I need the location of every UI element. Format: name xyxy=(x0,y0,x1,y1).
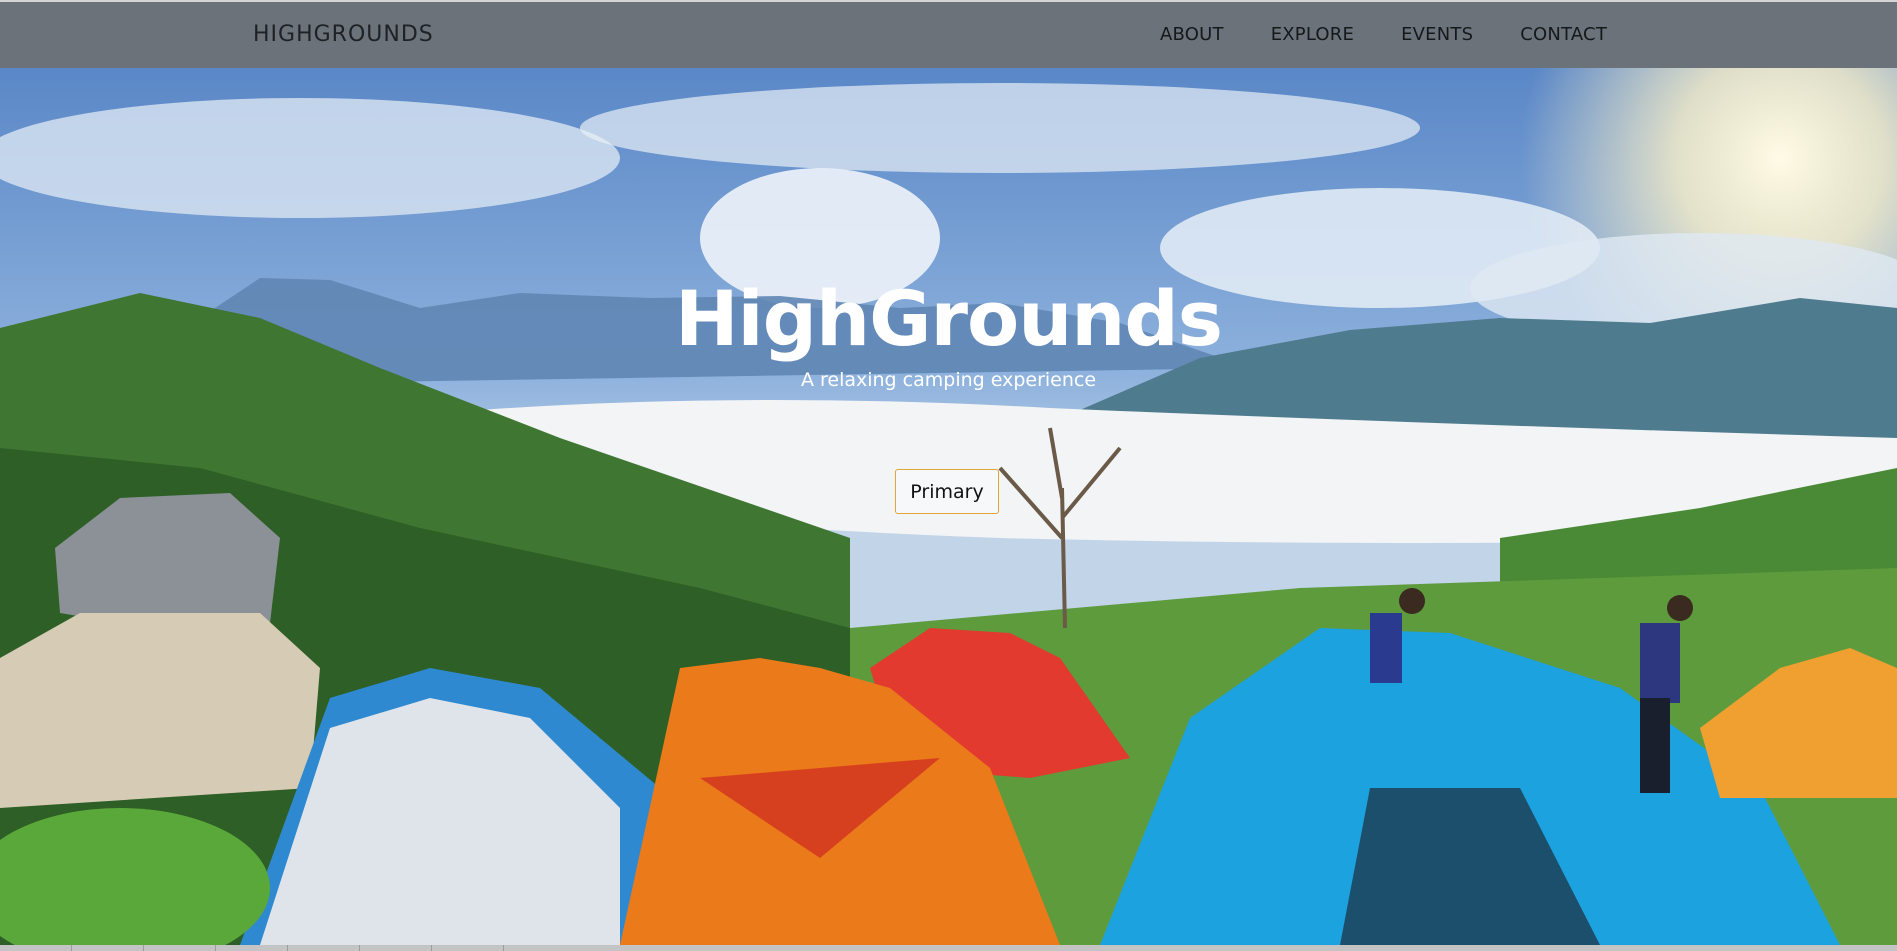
taskbar-tab[interactable] xyxy=(360,945,432,951)
taskbar-tab[interactable] xyxy=(144,945,216,951)
taskbar-tab[interactable] xyxy=(216,945,288,951)
brand-logo-link[interactable]: HIGHGROUNDS xyxy=(253,22,434,47)
top-navbar: HIGHGROUNDS ABOUT EXPLORE EVENTS CONTACT xyxy=(0,0,1897,68)
hero-section: HighGrounds A relaxing camping experienc… xyxy=(0,68,1897,945)
nav-links: ABOUT EXPLORE EVENTS CONTACT xyxy=(1160,24,1654,45)
nav-link-explore[interactable]: EXPLORE xyxy=(1271,24,1354,45)
bottom-taskbar-strip xyxy=(0,945,1897,951)
taskbar-tab[interactable] xyxy=(72,945,144,951)
taskbar-tab[interactable] xyxy=(432,945,504,951)
nav-link-about[interactable]: ABOUT xyxy=(1160,24,1224,45)
primary-button[interactable]: Primary xyxy=(895,469,999,514)
nav-link-contact[interactable]: CONTACT xyxy=(1520,24,1607,45)
hero-title: HighGrounds xyxy=(674,274,1223,363)
nav-link-events[interactable]: EVENTS xyxy=(1401,24,1473,45)
taskbar-tab[interactable] xyxy=(0,945,72,951)
taskbar-tab[interactable] xyxy=(288,945,360,951)
hero-subtitle: A relaxing camping experience xyxy=(800,369,1097,391)
